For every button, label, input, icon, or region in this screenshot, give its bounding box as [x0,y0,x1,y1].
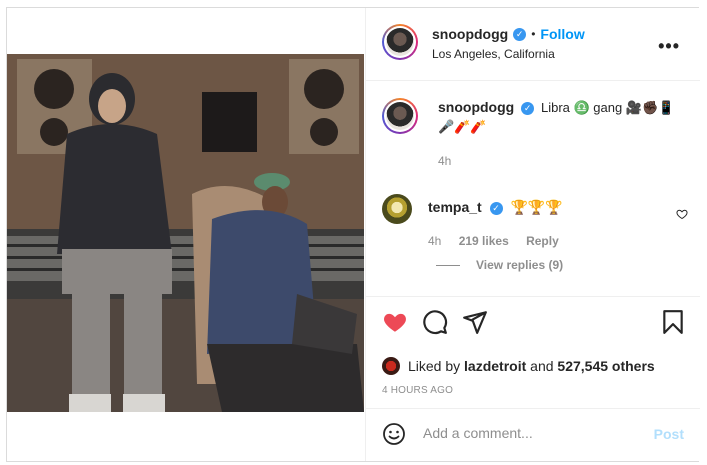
add-comment-input[interactable] [421,424,645,442]
likes-count[interactable]: 527,545 others [557,358,654,374]
heart-icon[interactable] [382,309,408,335]
location-link[interactable]: Los Angeles, California [432,47,555,61]
header-separator: • [531,27,536,41]
verified-icon: ✓ [521,102,535,115]
comment-avatar[interactable] [382,194,412,224]
save-icon[interactable] [660,309,686,335]
post-timestamp[interactable]: 4 HOURS AGO [382,385,453,396]
post-header: snoopdogg ✓ • Follow Los Angeles, Califo… [366,8,700,81]
add-comment-bar: Post [366,408,700,462]
share-icon[interactable] [462,309,488,335]
comment-text: 🏆🏆🏆 [510,199,563,215]
post-card: snoopdogg ✓ • Follow Los Angeles, Califo… [6,7,700,462]
post-sidebar: snoopdogg ✓ • Follow Los Angeles, Califo… [365,8,700,461]
caption-text: snoopdogg ✓ Libra ♎ gang 🎥✊🏿📱 🎤🧨🧨 4h [438,98,688,171]
header-username[interactable]: snoopdogg [432,26,508,42]
studio-photo-illustration [7,54,364,412]
likes-summary: Liked by lazdetroit and 527,545 others [382,357,655,375]
liked-by-prefix: Liked by [408,358,461,374]
comment-likes[interactable]: 219 likes [459,234,509,248]
author-avatar[interactable] [382,24,418,60]
caption-avatar[interactable] [382,98,418,134]
comment-meta: 4h 219 likes Reply [428,234,573,248]
caption-username[interactable]: snoopdogg [438,99,514,115]
more-options-icon[interactable]: ••• [658,36,680,57]
action-bar: Liked by lazdetroit and 527,545 others 4… [366,296,700,407]
verified-icon: ✓ [489,202,503,215]
caption-time[interactable]: 4h [438,152,688,171]
post-photo[interactable] [7,54,364,412]
view-replies-label: View replies (9) [476,258,564,272]
caption-body: Libra ♎ gang 🎥✊🏿📱 [540,100,675,115]
reply-button[interactable]: Reply [526,234,559,248]
view-replies-button[interactable]: View replies (9) [436,258,563,272]
verified-icon: ✓ [513,27,527,41]
liker-username[interactable]: lazdetroit [464,358,526,374]
post-button[interactable]: Post [654,426,684,442]
emoji-icon[interactable] [382,422,406,446]
header-user-row: snoopdogg ✓ • Follow [432,26,585,42]
comment-time[interactable]: 4h [428,234,441,248]
follow-button[interactable]: Follow [540,26,584,42]
caption-body-line2: 🎤🧨🧨 [438,119,487,134]
replies-divider [436,264,460,266]
comment-username[interactable]: tempa_t [428,199,482,215]
comment-body: tempa_t ✓ 🏆🏆🏆 [428,199,563,216]
comment-icon[interactable] [422,309,448,335]
likes-and: and [530,358,554,374]
liker-avatar[interactable] [382,357,400,375]
comment-like-heart-icon[interactable] [676,208,688,220]
